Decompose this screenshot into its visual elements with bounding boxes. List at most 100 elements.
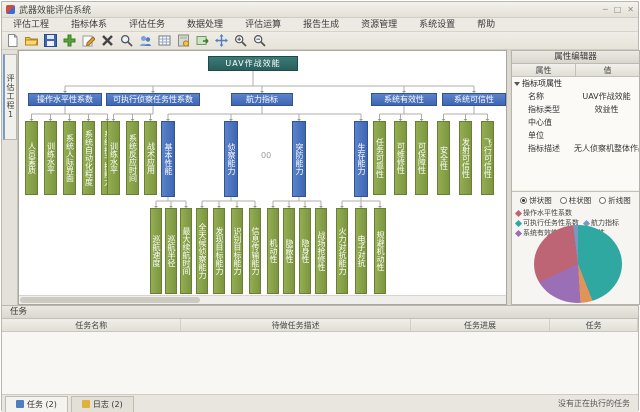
table-button[interactable] bbox=[156, 33, 173, 49]
horizontal-scrollbar[interactable] bbox=[19, 295, 506, 304]
menu-item-报告生成[interactable]: 报告生成 bbox=[292, 18, 350, 32]
indicator-node-n1[interactable]: 操作水平性系数 bbox=[28, 93, 102, 106]
indicator-node-root[interactable]: UAV作战效能 bbox=[208, 56, 298, 71]
save-icon bbox=[44, 34, 57, 47]
indicator-label: 飞行可信性 bbox=[484, 138, 492, 178]
indicator-node-g53[interactable]: 飞行可信性 bbox=[481, 121, 494, 195]
indicator-node-c22[interactable]: 发现目标能力 bbox=[213, 208, 225, 294]
indicator-node-b4[interactable]: 生存能力 bbox=[354, 121, 368, 197]
menu-item-评估运算[interactable]: 评估运算 bbox=[234, 18, 292, 32]
bottom-tab-任务 (2)[interactable]: 任务 (2) bbox=[5, 396, 68, 412]
indicator-node-g13[interactable]: 系统人际界面 bbox=[63, 121, 76, 195]
property-name: 指标类型 bbox=[512, 103, 574, 116]
indicator-label: 隐蔽性 bbox=[285, 239, 293, 263]
indicator-node-c42[interactable]: 电子对抗 bbox=[355, 208, 367, 294]
scrollbar-thumb[interactable] bbox=[20, 297, 200, 303]
users-button[interactable] bbox=[137, 33, 154, 49]
property-panel-title: 属性编辑器 bbox=[512, 51, 639, 64]
add-button[interactable] bbox=[61, 33, 78, 49]
indicator-node-g51[interactable]: 安全性 bbox=[437, 121, 450, 195]
indicator-label: 机动性 bbox=[269, 239, 277, 263]
indicator-node-c12[interactable]: 巡航半径 bbox=[165, 208, 177, 294]
indicator-node-g11[interactable]: 人员素质 bbox=[25, 121, 38, 195]
main-area: 评估工程1 00 UAV作战效能操作水平性系数可执行侦察任务性系数航力指标系统有… bbox=[2, 50, 638, 305]
menu-item-数据处理[interactable]: 数据处理 bbox=[176, 18, 234, 32]
open-folder-icon bbox=[25, 34, 38, 47]
calculator-icon bbox=[177, 34, 190, 47]
expand-triangle-icon[interactable] bbox=[514, 82, 520, 86]
indicator-node-b2[interactable]: 侦察能力 bbox=[224, 121, 238, 197]
indicator-node-n4[interactable]: 系统有效性 bbox=[371, 93, 437, 106]
calculator-button[interactable] bbox=[175, 33, 192, 49]
indicator-label: 基本性能 bbox=[164, 143, 172, 175]
menu-item-评估工程[interactable]: 评估工程 bbox=[2, 18, 60, 32]
indicator-node-n2[interactable]: 可执行侦察任务性系数 bbox=[106, 93, 200, 106]
app-window: 武器效能评估系统 ─□✕ 评估工程指标体系评估任务数据处理评估运算报告生成资源管… bbox=[1, 1, 639, 411]
indicator-node-g21[interactable]: 训练水平 bbox=[107, 121, 120, 195]
indicator-node-b3[interactable]: 突防能力 bbox=[292, 121, 306, 197]
indicator-node-g12[interactable]: 训练水平 bbox=[44, 121, 57, 195]
indicator-node-g22[interactable]: 系统反应时间 bbox=[126, 121, 139, 195]
property-group-row[interactable]: 指标项属性 bbox=[512, 77, 639, 90]
indicator-node-c23[interactable]: 识别目标能力 bbox=[231, 208, 243, 294]
indicator-label: 航力指标 bbox=[246, 94, 278, 105]
indicator-node-g52[interactable]: 发射可信性 bbox=[459, 121, 472, 195]
menu-item-帮助[interactable]: 帮助 bbox=[466, 18, 506, 32]
legend-label: 航力指标 bbox=[591, 218, 619, 228]
radio-饼状图[interactable]: 饼状图 bbox=[520, 195, 552, 206]
report-export-icon bbox=[196, 34, 209, 47]
close-button[interactable]: ✕ bbox=[627, 5, 634, 14]
search-button[interactable] bbox=[118, 33, 135, 49]
property-row[interactable]: 名称UAV作战效能 bbox=[512, 90, 639, 103]
indicator-node-b1[interactable]: 基本性能 bbox=[161, 121, 175, 197]
indicator-node-c34[interactable]: 战场抢修性 bbox=[315, 208, 327, 294]
indicator-node-g43[interactable]: 可保障性 bbox=[415, 121, 428, 195]
indicator-node-g42[interactable]: 可维修性 bbox=[394, 121, 407, 195]
property-row[interactable]: 指标描述无人侦察机整体作战效能 bbox=[512, 142, 639, 155]
indicator-node-g41[interactable]: 任务可靠性 bbox=[373, 121, 386, 195]
indicator-node-c41[interactable]: 火力对抗能力 bbox=[336, 208, 348, 294]
radio-label: 折线图 bbox=[608, 195, 631, 206]
indicator-node-c33[interactable]: 隐身性 bbox=[299, 208, 311, 294]
property-row[interactable]: 中心值 bbox=[512, 116, 639, 129]
title-bar: 武器效能评估系统 ─□✕ bbox=[2, 2, 638, 18]
zoom-in-button[interactable] bbox=[232, 33, 249, 49]
zoom-out-button[interactable] bbox=[251, 33, 268, 49]
radio-柱状图[interactable]: 柱状图 bbox=[560, 195, 592, 206]
indicator-node-c31[interactable]: 机动性 bbox=[267, 208, 279, 294]
indicator-node-g14[interactable]: 系统自动化程度 bbox=[82, 121, 95, 195]
indicator-node-c43[interactable]: 规避机动性 bbox=[374, 208, 386, 294]
project-tab[interactable]: 评估工程1 bbox=[3, 54, 17, 140]
open-folder-button[interactable] bbox=[23, 33, 40, 49]
property-row[interactable]: 指标类型效益性 bbox=[512, 103, 639, 116]
indicator-node-n5[interactable]: 系统可信性 bbox=[442, 93, 506, 106]
minimize-button[interactable]: ─ bbox=[603, 5, 608, 14]
indicator-label: 信息传输能力 bbox=[251, 227, 259, 275]
bottom-tab-bar: 任务 (2)日志 (2)没有正在执行的任务 bbox=[2, 394, 638, 412]
indicator-node-c13[interactable]: 最大续航时间 bbox=[180, 208, 192, 294]
edit-button[interactable] bbox=[80, 33, 97, 49]
indicator-node-n3[interactable]: 航力指标 bbox=[231, 93, 293, 106]
radio-折线图[interactable]: 折线图 bbox=[599, 195, 631, 206]
restore-button[interactable]: □ bbox=[614, 5, 622, 14]
save-button[interactable] bbox=[42, 33, 59, 49]
delete-button[interactable] bbox=[99, 33, 116, 49]
indicator-node-c32[interactable]: 隐蔽性 bbox=[283, 208, 295, 294]
users-icon bbox=[139, 34, 152, 47]
new-file-button[interactable] bbox=[4, 33, 21, 49]
report-export-button[interactable] bbox=[194, 33, 211, 49]
indicator-label: 电子对抗 bbox=[357, 235, 365, 267]
menu-item-评估任务[interactable]: 评估任务 bbox=[118, 18, 176, 32]
indicator-node-c11[interactable]: 巡航速度 bbox=[150, 208, 162, 294]
indicator-node-g23[interactable]: 战术应用 bbox=[144, 121, 157, 195]
menu-item-指标体系[interactable]: 指标体系 bbox=[60, 18, 118, 32]
property-rows: 指标项属性名称UAV作战效能指标类型效益性中心值单位指标描述无人侦察机整体作战效… bbox=[512, 77, 639, 190]
menu-item-系统设置[interactable]: 系统设置 bbox=[408, 18, 466, 32]
bottom-tab-日志 (2)[interactable]: 日志 (2) bbox=[71, 396, 134, 412]
indicator-node-c24[interactable]: 信息传输能力 bbox=[249, 208, 261, 294]
indicator-node-c21[interactable]: 全天候侦察能力 bbox=[196, 208, 208, 294]
indicator-label: 规避机动性 bbox=[376, 231, 384, 271]
property-row[interactable]: 单位 bbox=[512, 129, 639, 142]
move-button[interactable] bbox=[213, 33, 230, 49]
menu-item-资源管理[interactable]: 资源管理 bbox=[350, 18, 408, 32]
